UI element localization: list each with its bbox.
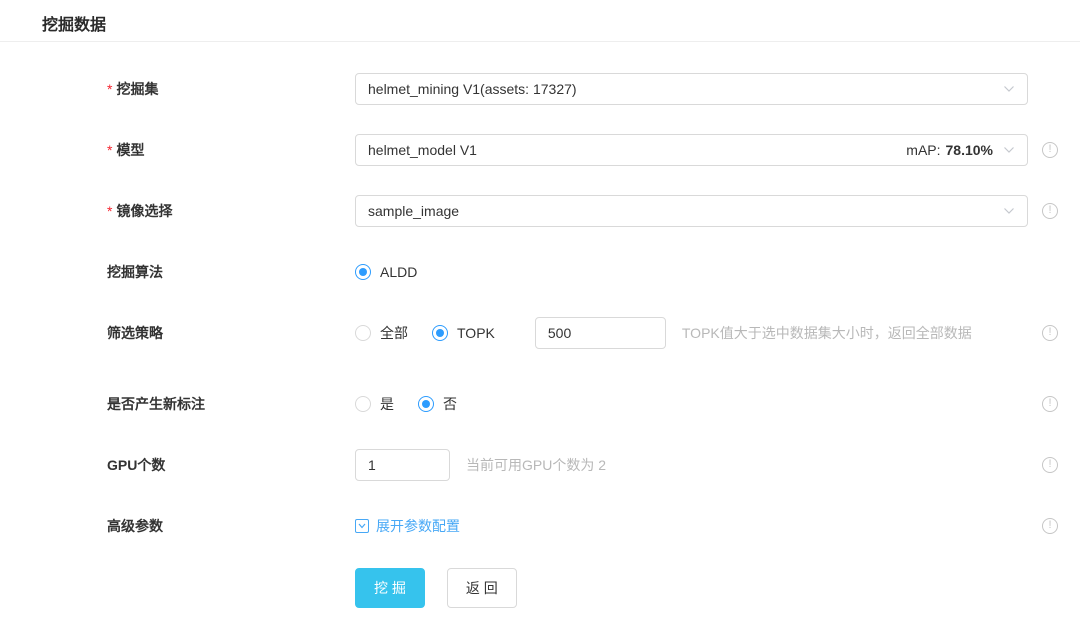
radio-checked-icon bbox=[355, 264, 371, 280]
form-row-advanced: 高级参数 展开参数配置 ! bbox=[0, 510, 1080, 542]
gpu-hint: 当前可用GPU个数为 2 bbox=[466, 455, 606, 475]
radio-aldd[interactable]: ALDD bbox=[355, 264, 417, 280]
gpu-count-label: GPU个数 bbox=[107, 455, 355, 475]
algorithm-radio-group: ALDD bbox=[355, 264, 441, 280]
mining-set-label: *挖掘集 bbox=[107, 79, 355, 99]
map-label: mAP: bbox=[906, 142, 940, 158]
mine-button[interactable]: 挖 掘 bbox=[355, 568, 425, 608]
model-value: helmet_model V1 bbox=[368, 142, 477, 158]
new-annotation-control: 是 否 bbox=[355, 394, 1028, 414]
expand-params-link[interactable]: 展开参数配置 bbox=[355, 516, 460, 536]
model-label: *模型 bbox=[107, 140, 355, 160]
radio-topk-label: TOPK bbox=[457, 325, 495, 341]
radio-unchecked-icon bbox=[355, 325, 371, 341]
advanced-control: 展开参数配置 bbox=[355, 516, 1028, 536]
radio-yes[interactable]: 是 bbox=[355, 394, 394, 414]
back-button[interactable]: 返 回 bbox=[447, 568, 517, 608]
radio-yes-label: 是 bbox=[380, 394, 394, 414]
radio-aldd-label: ALDD bbox=[380, 264, 417, 280]
algorithm-control: ALDD bbox=[355, 264, 1028, 280]
mining-set-label-text: 挖掘集 bbox=[116, 81, 158, 97]
info-icon[interactable]: ! bbox=[1042, 396, 1058, 412]
radio-unchecked-icon bbox=[355, 396, 371, 412]
topk-input[interactable] bbox=[535, 317, 666, 349]
gpu-count-control: 当前可用GPU个数为 2 bbox=[355, 449, 1028, 481]
chevron-down-icon bbox=[1003, 207, 1015, 215]
topk-hint: TOPK值大于选中数据集大小时，返回全部数据 bbox=[682, 323, 972, 343]
model-map-info: mAP: 78.10% bbox=[906, 142, 1015, 158]
model-select[interactable]: helmet_model V1 mAP: 78.10% bbox=[355, 134, 1028, 166]
model-control: helmet_model V1 mAP: 78.10% bbox=[355, 134, 1028, 166]
page-title: 挖掘数据 bbox=[42, 11, 1080, 35]
mining-set-value: helmet_mining V1(assets: 17327) bbox=[368, 81, 577, 97]
radio-checked-icon bbox=[418, 396, 434, 412]
radio-no[interactable]: 否 bbox=[418, 394, 457, 414]
new-annotation-label: 是否产生新标注 bbox=[107, 394, 355, 414]
required-asterisk: * bbox=[107, 142, 112, 158]
chevron-down-icon bbox=[1003, 85, 1015, 93]
radio-no-label: 否 bbox=[443, 394, 457, 414]
expand-params-link-text: 展开参数配置 bbox=[376, 516, 460, 536]
docker-image-select[interactable]: sample_image bbox=[355, 195, 1028, 227]
info-icon[interactable]: ! bbox=[1042, 142, 1058, 158]
form-row-new-annotation: 是否产生新标注 是 否 ! bbox=[0, 388, 1080, 420]
page-header: 挖掘数据 bbox=[0, 0, 1080, 42]
map-value: 78.10% bbox=[946, 142, 993, 158]
docker-image-label-text: 镜像选择 bbox=[116, 203, 172, 219]
form-row-buttons: 挖 掘 返 回 bbox=[0, 568, 1080, 608]
caret-down-square-icon bbox=[355, 519, 369, 533]
strategy-control: 全部 TOPK TOPK值大于选中数据集大小时，返回全部数据 bbox=[355, 317, 1028, 349]
chevron-down-icon bbox=[1003, 146, 1015, 154]
info-icon[interactable]: ! bbox=[1042, 457, 1058, 473]
new-annotation-radio-group: 是 否 bbox=[355, 394, 481, 414]
radio-all[interactable]: 全部 bbox=[355, 323, 408, 343]
info-icon[interactable]: ! bbox=[1042, 325, 1058, 341]
gpu-count-input[interactable] bbox=[355, 449, 450, 481]
advanced-label: 高级参数 bbox=[107, 516, 355, 536]
form-row-docker-image: *镜像选择 sample_image ! bbox=[0, 195, 1080, 227]
algorithm-label: 挖掘算法 bbox=[107, 262, 355, 282]
mining-set-select[interactable]: helmet_mining V1(assets: 17327) bbox=[355, 73, 1028, 105]
required-asterisk: * bbox=[107, 203, 112, 219]
radio-checked-icon bbox=[432, 325, 448, 341]
radio-all-label: 全部 bbox=[380, 323, 408, 343]
form-row-strategy: 筛选策略 全部 TOPK TOPK值大于选中数据集大小时，返回全部数据 ! bbox=[0, 317, 1080, 349]
mining-data-page: 挖掘数据 *挖掘集 helmet_mining V1(assets: 17327… bbox=[0, 0, 1080, 608]
docker-image-value: sample_image bbox=[368, 203, 459, 219]
info-icon[interactable]: ! bbox=[1042, 518, 1058, 534]
form-row-mining-set: *挖掘集 helmet_mining V1(assets: 17327) bbox=[0, 73, 1080, 105]
strategy-label: 筛选策略 bbox=[107, 323, 355, 343]
buttons-control: 挖 掘 返 回 bbox=[355, 568, 1028, 608]
mining-form: *挖掘集 helmet_mining V1(assets: 17327) *模型… bbox=[0, 73, 1080, 608]
mining-set-control: helmet_mining V1(assets: 17327) bbox=[355, 73, 1028, 105]
form-row-gpu-count: GPU个数 当前可用GPU个数为 2 ! bbox=[0, 449, 1080, 481]
form-row-model: *模型 helmet_model V1 mAP: 78.10% ! bbox=[0, 134, 1080, 166]
strategy-radio-group: 全部 TOPK bbox=[355, 323, 519, 343]
radio-topk[interactable]: TOPK bbox=[432, 325, 495, 341]
form-row-algorithm: 挖掘算法 ALDD bbox=[0, 256, 1080, 288]
info-icon[interactable]: ! bbox=[1042, 203, 1058, 219]
required-asterisk: * bbox=[107, 81, 112, 97]
docker-image-control: sample_image bbox=[355, 195, 1028, 227]
docker-image-label: *镜像选择 bbox=[107, 201, 355, 221]
model-label-text: 模型 bbox=[116, 142, 144, 158]
